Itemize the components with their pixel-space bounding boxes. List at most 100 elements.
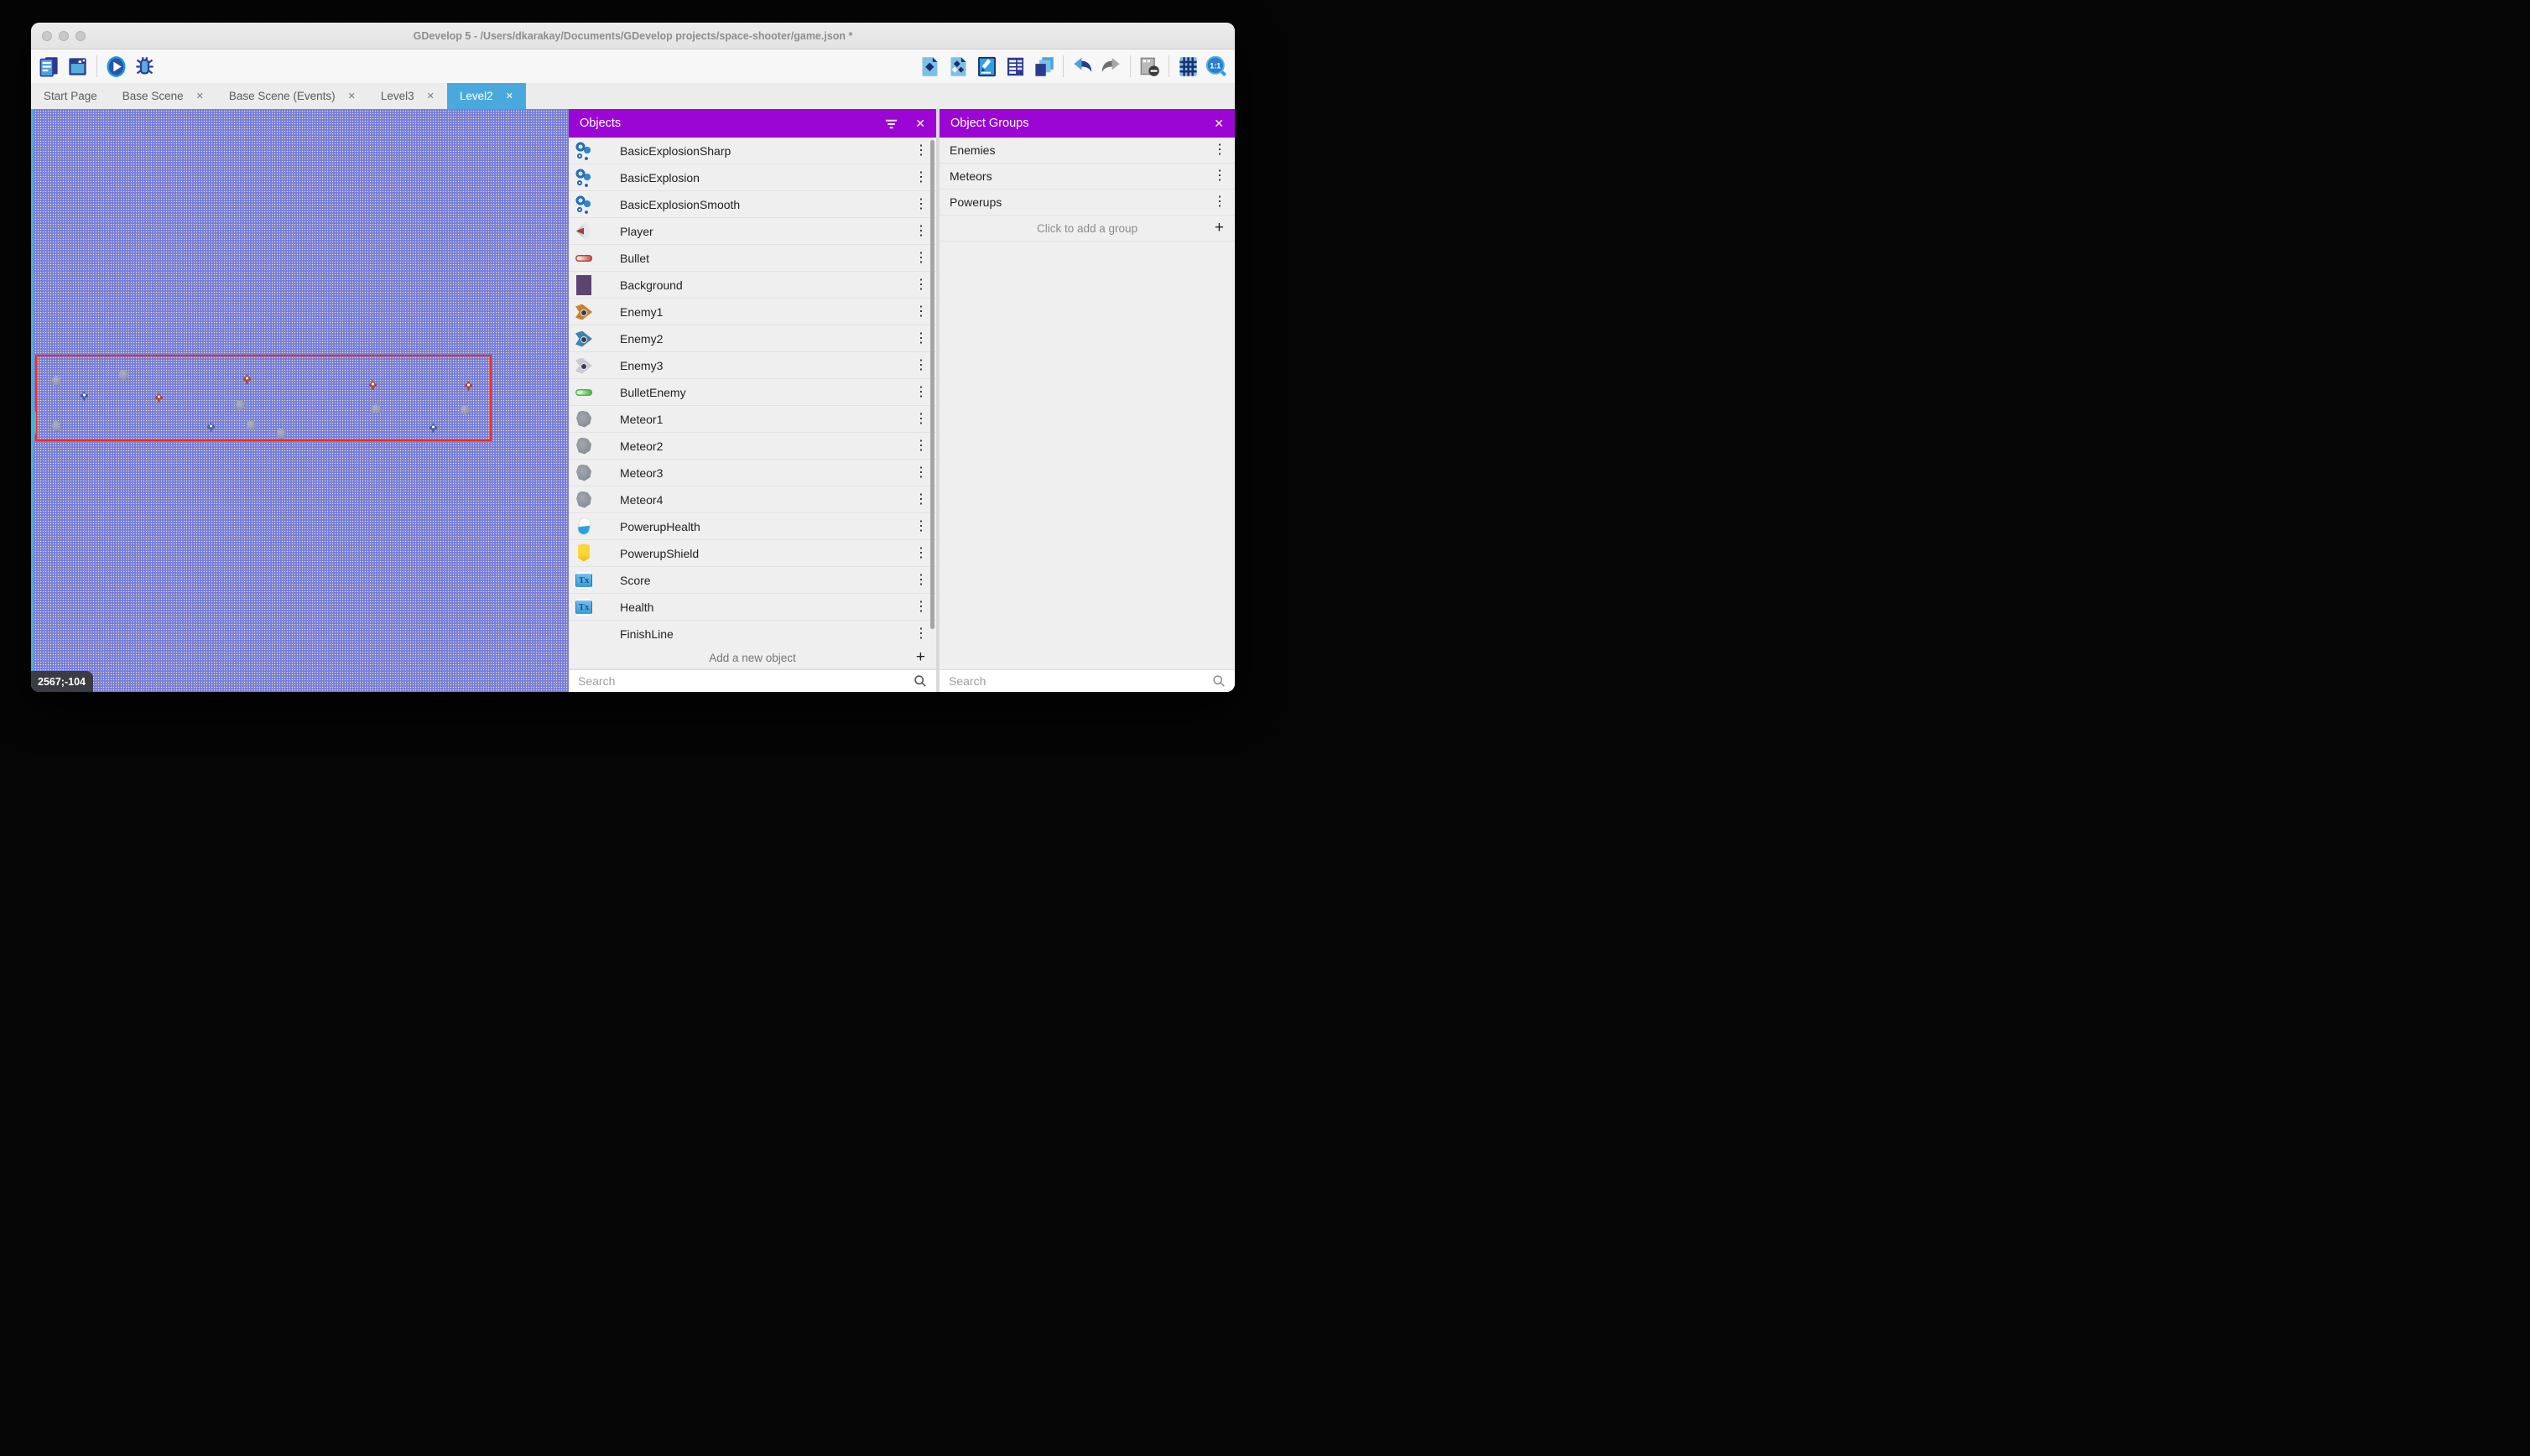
object-menu-icon[interactable]: ⋮: [914, 278, 928, 292]
object-menu-icon[interactable]: ⋮: [914, 493, 928, 507]
object-row[interactable]: PowerupHealth ⋮: [569, 513, 936, 540]
object-name: Background: [620, 278, 914, 292]
background-icon: [574, 274, 594, 296]
object-menu-icon[interactable]: ⋮: [914, 305, 928, 319]
groups-search-input[interactable]: [949, 674, 1212, 688]
object-row[interactable]: Enemy1 ⋮: [569, 299, 936, 325]
close-panel-icon[interactable]: ✕: [915, 117, 925, 131]
object-row[interactable]: BasicExplosion ⋮: [569, 164, 936, 191]
cursor-coordinates: 2567;-104: [31, 671, 93, 692]
object-menu-icon[interactable]: ⋮: [914, 627, 928, 641]
minimize-window-icon[interactable]: [59, 31, 69, 41]
properties-icon[interactable]: [976, 55, 998, 78]
scene-canvas[interactable]: 2567;-104: [31, 109, 569, 692]
close-panel-icon[interactable]: ✕: [1214, 117, 1224, 131]
object-menu-icon[interactable]: ⋮: [914, 332, 928, 346]
groups-panel-header: Object Groups ✕: [940, 109, 1235, 138]
undo-icon[interactable]: [1071, 55, 1094, 78]
object-menu-icon[interactable]: ⋮: [914, 574, 928, 587]
canvas-object-meteor[interactable]: [52, 421, 61, 431]
group-menu-icon[interactable]: ⋮: [1213, 195, 1226, 209]
grid-icon[interactable]: [1177, 55, 1200, 78]
object-groups-editor-icon[interactable]: [947, 55, 970, 78]
objects-list: BasicExplosionSharp ⋮ BasicExplosion ⋮ B…: [569, 138, 936, 647]
layers-icon[interactable]: [1033, 55, 1055, 78]
object-row[interactable]: Player ⋮: [569, 218, 936, 245]
objects-search-input[interactable]: [578, 674, 914, 688]
window-title: GDevelop 5 - /Users/dkarakay/Documents/G…: [31, 30, 1235, 42]
object-menu-icon[interactable]: ⋮: [914, 386, 928, 399]
object-row[interactable]: Meteor1 ⋮: [569, 406, 936, 433]
tab[interactable]: Level2 ✕: [447, 83, 526, 109]
group-row[interactable]: Meteors ⋮: [940, 164, 1235, 190]
object-menu-icon[interactable]: ⋮: [914, 520, 928, 533]
object-menu-icon[interactable]: ⋮: [914, 466, 928, 480]
canvas-object-meteor[interactable]: [461, 405, 470, 415]
tab[interactable]: Start Page: [31, 83, 110, 109]
objects-editor-icon[interactable]: [919, 55, 941, 78]
object-menu-icon[interactable]: ⋮: [914, 252, 928, 265]
object-row[interactable]: Meteor3 ⋮: [569, 460, 936, 486]
object-menu-icon[interactable]: ⋮: [914, 413, 928, 426]
object-row[interactable]: BulletEnemy ⋮: [569, 379, 936, 406]
groups-panel-body: [940, 242, 1235, 669]
tab-close-icon[interactable]: ✕: [196, 91, 204, 101]
object-menu-icon[interactable]: ⋮: [914, 359, 928, 372]
object-menu-icon[interactable]: ⋮: [914, 601, 928, 614]
window-mask-icon[interactable]: [1138, 55, 1161, 78]
scene-window-icon[interactable]: [66, 55, 89, 78]
project-manager-icon[interactable]: [38, 55, 60, 78]
object-menu-icon[interactable]: ⋮: [914, 144, 928, 158]
canvas-scrollbar-thumb[interactable]: [31, 411, 36, 434]
debug-icon[interactable]: [133, 55, 156, 78]
add-group-row[interactable]: Click to add a group +: [940, 216, 1235, 242]
group-menu-icon[interactable]: ⋮: [1213, 169, 1226, 183]
object-menu-icon[interactable]: ⋮: [914, 198, 928, 211]
object-row[interactable]: Meteor4 ⋮: [569, 486, 936, 513]
add-object-row[interactable]: Add a new object +: [569, 647, 936, 669]
canvas-object-meteor[interactable]: [52, 376, 61, 386]
canvas-object-meteor[interactable]: [277, 429, 286, 439]
zoom-1-1-icon[interactable]: 1:1: [1205, 55, 1228, 78]
object-row[interactable]: Score ⋮: [569, 567, 936, 594]
object-menu-icon[interactable]: ⋮: [914, 439, 928, 453]
object-row[interactable]: Meteor2 ⋮: [569, 433, 936, 460]
object-row[interactable]: Health ⋮: [569, 594, 936, 621]
close-window-icon[interactable]: [42, 31, 52, 41]
canvas-object-meteor[interactable]: [236, 400, 245, 410]
group-name: Meteors: [950, 169, 1213, 183]
object-row[interactable]: FinishLine ⋮: [569, 621, 936, 647]
object-row[interactable]: Enemy2 ⋮: [569, 325, 936, 352]
objects-scrollbar-thumb[interactable]: [930, 140, 934, 629]
object-menu-icon[interactable]: ⋮: [914, 171, 928, 185]
tab-close-icon[interactable]: ✕: [506, 91, 513, 101]
redo-icon[interactable]: [1100, 55, 1122, 78]
group-row[interactable]: Enemies ⋮: [940, 138, 1235, 164]
tab[interactable]: Base Scene (Events) ✕: [216, 83, 368, 109]
object-menu-icon[interactable]: ⋮: [914, 225, 928, 238]
tab[interactable]: Level3 ✕: [368, 83, 447, 109]
object-row[interactable]: Enemy3 ⋮: [569, 352, 936, 379]
object-row[interactable]: BasicExplosionSmooth ⋮: [569, 191, 936, 218]
object-row[interactable]: PowerupShield ⋮: [569, 540, 936, 567]
tab-close-icon[interactable]: ✕: [348, 91, 356, 101]
group-row[interactable]: Powerups ⋮: [940, 190, 1235, 216]
object-menu-icon[interactable]: ⋮: [914, 547, 928, 560]
group-menu-icon[interactable]: ⋮: [1213, 143, 1226, 157]
tab-close-icon[interactable]: ✕: [427, 91, 435, 101]
play-icon[interactable]: [105, 55, 128, 78]
canvas-object-meteor[interactable]: [372, 404, 381, 414]
objects-panel: Objects ✕ BasicExplosionSharp: [569, 109, 936, 692]
filter-icon[interactable]: [884, 117, 898, 131]
powerup-shield-icon: [574, 543, 594, 564]
object-name: FinishLine: [620, 627, 914, 641]
zoom-window-icon[interactable]: [75, 31, 86, 41]
object-row[interactable]: Background ⋮: [569, 272, 936, 299]
instances-list-icon[interactable]: [1004, 55, 1027, 78]
bullet-green-icon: [574, 382, 594, 403]
object-row[interactable]: BasicExplosionSharp ⋮: [569, 138, 936, 164]
canvas-object-meteor[interactable]: [119, 370, 128, 380]
canvas-object-meteor[interactable]: [247, 420, 256, 430]
object-row[interactable]: Bullet ⋮: [569, 245, 936, 272]
tab[interactable]: Base Scene ✕: [110, 83, 216, 109]
